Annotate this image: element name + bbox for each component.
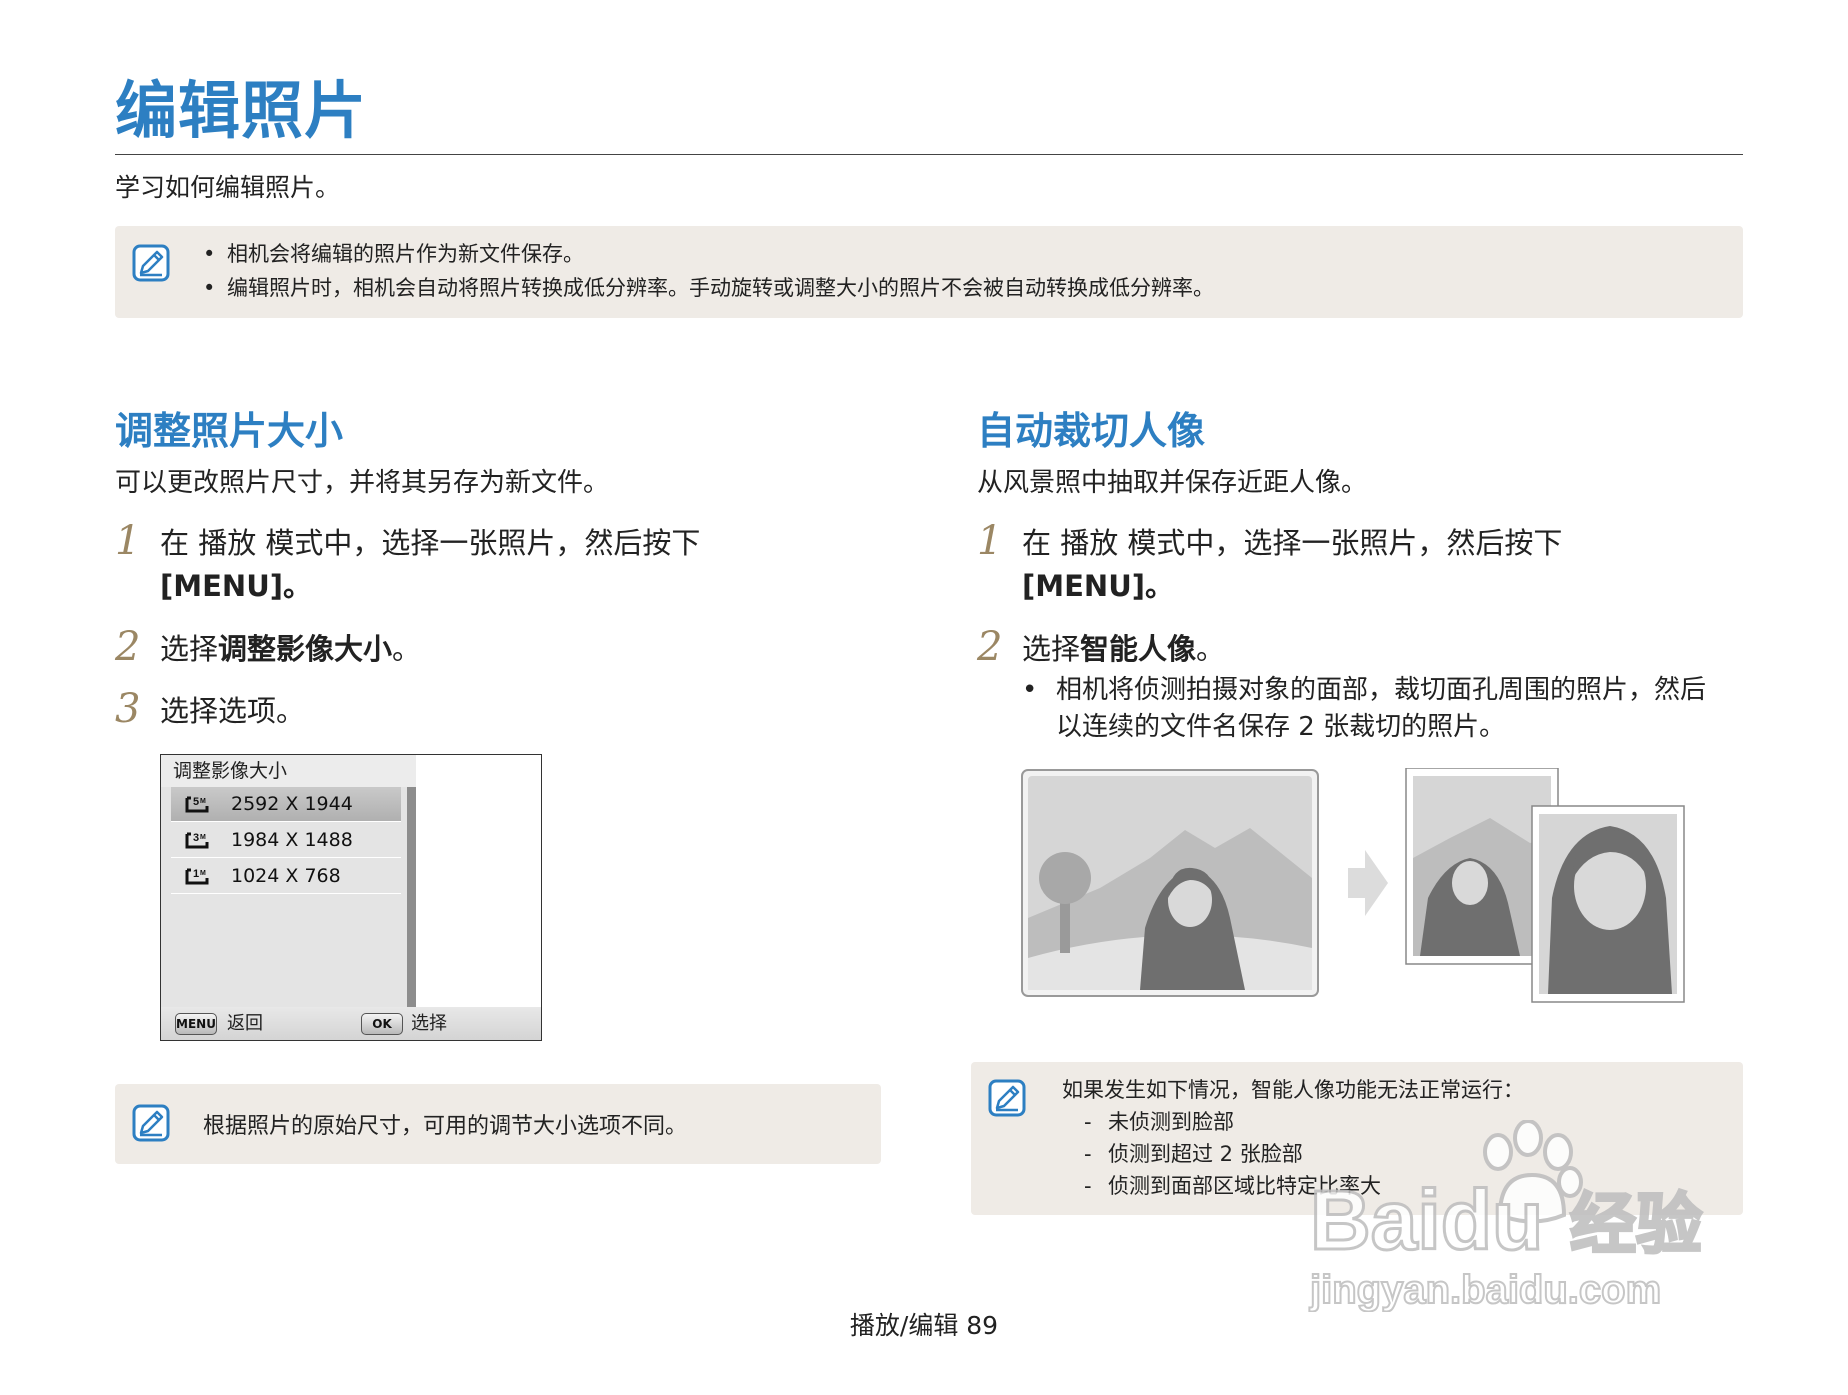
step-number: 2 [977,624,1003,670]
resize-note-box: 根据照片的原始尺寸，可用的调节大小选项不同。 [115,1084,881,1164]
step-number: 3 [115,686,141,732]
size-option-1984[interactable]: 3 M 1984 X 1488 [171,823,401,858]
portrait-bullet: • 相机将侦测拍摄对象的面部，裁切面孔周围的照片，然后 以连续的文件名保存 2 … [1022,672,1742,746]
menu-footer: MENU 返回 OK 选择 [161,1007,541,1040]
resize-section-desc: 可以更改照片尺寸，并将其另存为新文件。 [115,468,610,498]
watermark-url: jingyan.baidu.com [1309,1268,1662,1312]
step-text: 在 播放 模式中，选择一张照片，然后按下 [1022,526,1563,560]
top-note-box: 相机会将编辑的照片作为新文件保存。 编辑照片时，相机会自动将照片转换成低分辨率。… [115,226,1743,318]
step-number: 1 [977,518,1003,564]
resize-step-2: 2 选择调整影像大小。 [115,624,815,673]
page-title: 编辑照片 [115,74,368,147]
camera-resize-menu-screen: 调整影像大小 5 M 2592 X 1944 3 M 1984 X 1488 1… [160,754,542,1041]
portrait-note-intro: 如果发生如下情况，智能人像功能无法正常运行： [1062,1078,1524,1102]
list-item: 相机会将编辑的照片作为新文件保存。 [203,237,1214,271]
page-footer: 播放/编辑 89 [849,1311,999,1340]
menu-scrollbar[interactable] [407,787,416,1007]
step-text: 选择调整影像大小。 [160,632,422,666]
3m-size-icon: 3 M [185,832,209,849]
svg-text:M: M [200,870,206,877]
size-option-label: 1024 X 768 [231,865,341,887]
bullet-line: 相机将侦测拍摄对象的面部，裁切面孔周围的照片，然后 [1056,675,1707,705]
menu-header: 调整影像大小 [161,755,416,787]
step-text: 在 播放 模式中，选择一张照片，然后按下 [160,526,701,560]
smart-portrait-illustration [1021,768,1685,1003]
note-pencil-icon [988,1079,1026,1117]
portrait-step-1: 1 在 播放 模式中，选择一张照片，然后按下 [MENU]。 [977,518,1737,612]
resize-step-3: 3 选择选项。 [115,686,815,735]
step-number: 1 [115,518,141,564]
bullet-dot: • [1022,675,1038,705]
page-subtitle: 学习如何编辑照片。 [115,173,341,202]
note-pencil-icon [132,1104,170,1142]
title-divider [115,154,1743,155]
size-option-label: 2592 X 1944 [231,793,353,815]
watermark-cn: 经验 [1569,1186,1704,1263]
menu-key-chip[interactable]: MENU [175,1013,217,1035]
watermark-brand-2: du [1439,1173,1545,1267]
ok-key-chip[interactable]: OK [361,1013,403,1035]
svg-text:5: 5 [193,796,199,808]
baidu-jingyan-watermark: Baidu 经验 jingyan.baidu.com [1309,1120,1750,1320]
portrait-section-desc: 从风景照中抽取并保存近距人像。 [977,468,1368,498]
bullet-line: 以连续的文件名保存 2 张裁切的照片。 [1056,712,1506,742]
step-text: 选择智能人像。 [1022,632,1226,666]
portrait-step-2: 2 选择智能人像。 [977,624,1737,673]
menu-key-label: [MENU]。 [160,569,312,603]
size-option-1024[interactable]: 1 M 1024 X 768 [171,859,401,894]
svg-text:1: 1 [193,868,199,880]
menu-option-name: 智能人像 [1080,632,1197,666]
portrait-section-title: 自动裁切人像 [977,409,1206,453]
note-pencil-icon [132,244,170,282]
resize-step-1: 1 在 播放 模式中，选择一张照片，然后按下 [MENU]。 [115,518,815,612]
back-label: 返回 [227,1013,263,1034]
step-number: 2 [115,624,141,670]
arrow-right-icon [1348,850,1388,916]
menu-option-name: 调整影像大小 [218,632,393,666]
list-item: 编辑照片时，相机会自动将照片转换成低分辨率。手动旋转或调整大小的照片不会被自动转… [203,271,1214,305]
svg-text:3: 3 [193,832,199,844]
menu-key-label: [MENU]。 [1022,569,1174,603]
svg-text:M: M [200,834,206,841]
landscape-photo [1021,769,1319,997]
resize-note-text: 根据照片的原始尺寸，可用的调节大小选项不同。 [203,1114,688,1139]
select-label: 选择 [411,1013,447,1034]
5m-size-icon: 5 M [185,796,209,813]
step-text: 选择选项。 [160,694,306,728]
top-note-list: 相机会将编辑的照片作为新文件保存。 编辑照片时，相机会自动将照片转换成低分辨率。… [203,237,1214,305]
svg-text:M: M [200,798,206,805]
cropped-photo-2 [1531,805,1685,1003]
size-option-label: 1984 X 1488 [231,829,353,851]
size-option-2592[interactable]: 5 M 2592 X 1944 [171,787,401,822]
1m-size-icon: 1 M [185,868,209,885]
watermark-brand: Bai [1309,1173,1443,1267]
resize-section-title: 调整照片大小 [115,409,344,453]
